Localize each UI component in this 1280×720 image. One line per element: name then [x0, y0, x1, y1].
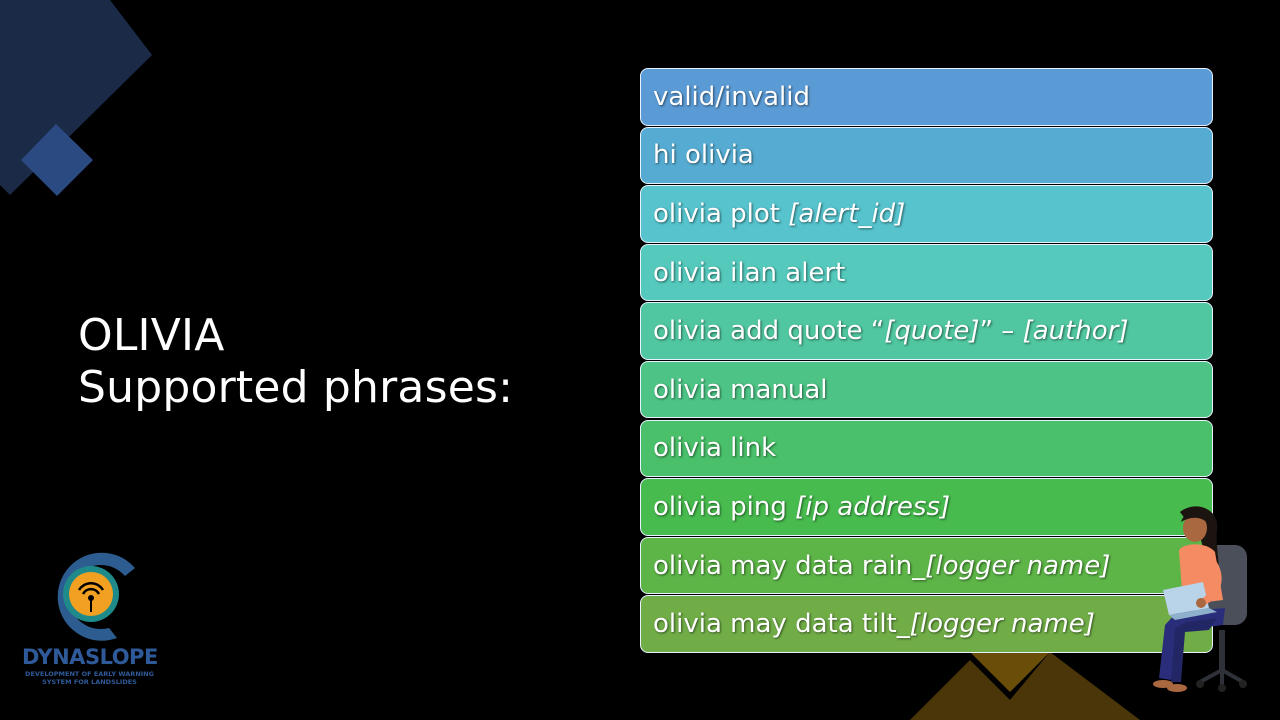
phrase-text-tail: ” – [979, 316, 1023, 347]
phrase-row: valid/invalid [640, 68, 1213, 126]
phrase-text: valid/invalid [653, 81, 811, 112]
phrase-row: hi olivia [640, 126, 1213, 185]
phrase-row: olivia manual [640, 360, 1213, 419]
phrase-argument-2: [author] [1022, 316, 1129, 347]
phrase-row: olivia may data tilt_ [logger name] [640, 595, 1213, 653]
logo-subtitle-line2: SYSTEM FOR LANDSLIDES [42, 678, 137, 686]
phrase-argument: [quote] [884, 316, 980, 347]
phrase-text: olivia link [653, 433, 777, 464]
phrase-row: olivia ilan alert [640, 243, 1213, 302]
top-left-decoration [0, 0, 152, 196]
phrase-text: olivia add quote “ [653, 316, 885, 347]
dynaslope-emblem-icon [57, 552, 136, 641]
person-with-laptop-illustration [1153, 506, 1247, 692]
phrase-list: valid/invalid hi olivia olivia plot [alert… [640, 68, 1213, 654]
phrase-text: olivia ilan alert [653, 257, 846, 288]
phrase-row: olivia ping [ip address] [640, 478, 1213, 536]
phrase-argument: [ip address] [795, 491, 951, 522]
phrase-row: olivia may data rain_ [logger name] [640, 536, 1213, 595]
logo-subtitle: DEVELOPMENT OF EARLY WARNING SYSTEM FOR … [22, 670, 157, 686]
phrase-text: olivia plot [653, 198, 789, 229]
dynaslope-logo: DYNASLOPE DEVELOPMENT OF EARLY WARNING S… [22, 545, 158, 695]
slide-title: OLIVIA Supported phrases: [78, 310, 513, 414]
title-line-supported-phrases: Supported phrases: [78, 362, 514, 413]
phrase-row: olivia link [640, 419, 1213, 478]
logo-wordmark: DYNASLOPE [22, 645, 158, 669]
phrase-argument: [logger name] [925, 550, 1111, 581]
title-line-olivia: OLIVIA [78, 310, 225, 361]
phrase-text: olivia ping [653, 491, 796, 522]
phrase-row: olivia add quote “[quote]” – [author] [640, 302, 1213, 360]
phrase-text: olivia may data rain_ [653, 550, 926, 581]
phrase-argument: [logger name] [909, 609, 1095, 640]
phrase-text: olivia manual [653, 374, 828, 405]
phrase-row: olivia plot [alert_id] [640, 185, 1213, 243]
phrase-argument: [alert_id] [788, 198, 906, 229]
phrase-text: olivia may data tilt_ [653, 609, 910, 640]
logo-subtitle-line1: DEVELOPMENT OF EARLY WARNING [25, 670, 154, 678]
phrase-text: hi olivia [653, 140, 754, 171]
